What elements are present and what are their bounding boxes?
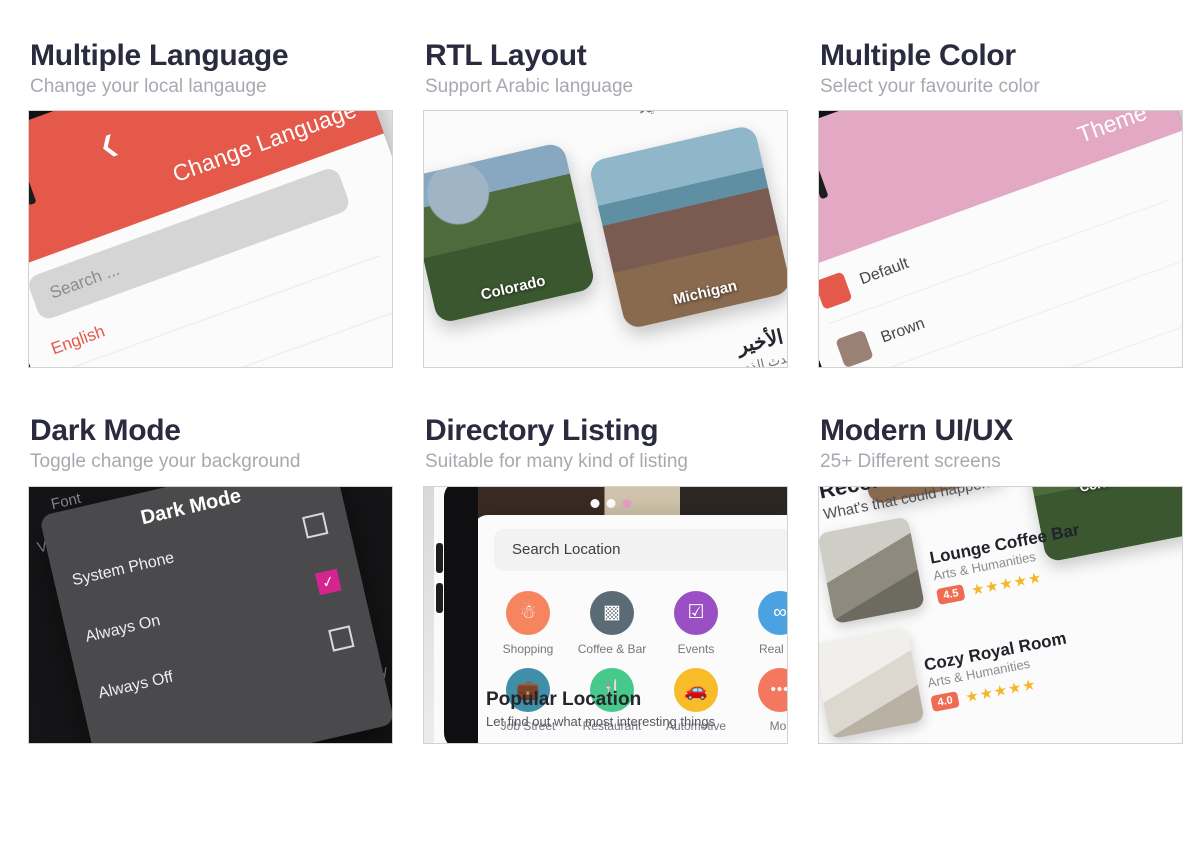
pagination-dot[interactable]	[606, 498, 615, 508]
screenshot-modern-ui: igan Colorado Recent Location What's tha…	[818, 485, 1183, 744]
option-always-on[interactable]: Always On	[84, 612, 163, 647]
feature-directory-listing: Directory Listing Suitable for many kind…	[423, 414, 788, 744]
more-dots-icon: •••	[758, 667, 787, 712]
feature-subtitle: Support Arabic language	[425, 75, 634, 97]
checkbox-always-off[interactable]	[328, 624, 355, 652]
popular-title: Popular Location	[486, 688, 642, 710]
tablet-volume-down-button	[436, 582, 443, 613]
category-more[interactable]: ••• Mor	[738, 667, 787, 735]
real-estate-icon: ∞	[758, 590, 787, 635]
app-bar-title: Theme	[1073, 111, 1151, 148]
feature-title: Modern UI/UX	[820, 414, 1014, 448]
category-label: Coffee & Bar	[577, 641, 647, 656]
section-heading-popular: موقع شعبي واسمحوا معرفة ما الأشياء	[630, 111, 786, 118]
features-row-1: Multiple Language Change your local lang…	[28, 39, 1183, 369]
features-row-2: Dark Mode Toggle change your background …	[28, 414, 1183, 744]
pagination-dot[interactable]	[590, 498, 599, 508]
screenshot-rtl-layout: Street موقع شعبي واسمحوا معرفة ما الأشيا…	[423, 110, 788, 369]
feature-title: Multiple Language	[30, 39, 289, 72]
feature-modern-ui-ux: Modern UI/UX 25+ Different screens igan …	[818, 414, 1183, 744]
color-swatch	[835, 329, 874, 368]
screenshot-change-language: ❮ Change Language Search ... English Vie…	[28, 110, 393, 369]
coffee-cup-icon: ▩	[590, 590, 634, 635]
feature-title: Dark Mode	[30, 414, 181, 448]
feature-rtl-layout: RTL Layout Support Arabic language Stree…	[423, 39, 788, 369]
search-input[interactable]: Search Location	[494, 528, 787, 571]
section-subtitle: واسمحوا معرفة ما الأشياء	[637, 111, 786, 118]
feature-subtitle: Change your local langauge	[30, 75, 267, 97]
feature-subtitle: Suitable for many kind of listing	[425, 450, 688, 472]
dark-mode-dialog: Dark Mode System Phone Always On ✓ Alway…	[39, 486, 392, 743]
category-label: Mor	[769, 718, 787, 733]
category-label: Events	[677, 641, 715, 656]
carousel-pagination[interactable]	[590, 498, 631, 508]
listing-cozy-royal-room[interactable]: Cozy Royal Room Arts & Humanities 4.0 ★★…	[922, 628, 1075, 713]
feature-title: Multiple Color	[820, 39, 1016, 72]
features-grid: Multiple Language Change your local lang…	[0, 0, 1200, 852]
feature-multiple-language: Multiple Language Change your local lang…	[28, 39, 393, 369]
feature-multiple-color: Multiple Color Select your favourite col…	[818, 39, 1183, 369]
photo-caption: Colorado	[1033, 487, 1182, 504]
calendar-check-icon: ☑	[674, 590, 718, 635]
section-heading-recent: الموقع الأخير يمكن ان يحدث الذي	[733, 311, 787, 367]
feature-title: RTL Layout	[425, 39, 587, 72]
color-swatch	[819, 271, 853, 311]
phone-mockup: ❮ Change Language Search ... English Vie…	[29, 111, 392, 368]
category-real-estate[interactable]: ∞ Real Es	[738, 590, 787, 658]
location-caption: Colorado	[479, 272, 548, 304]
popular-location-heading: Popular Location Let find out what most …	[486, 689, 715, 729]
phone-screen: igan Colorado Recent Location What's tha…	[819, 486, 1182, 743]
listing-thumbnail-cozy[interactable]	[819, 626, 925, 739]
category-label: Real Es	[758, 641, 787, 656]
feature-title: Directory Listing	[425, 414, 659, 448]
listing-lounge-coffee-bar[interactable]: Lounge Coffee Bar Arts & Humanities 4.5 …	[928, 520, 1088, 606]
theme-label: Default	[857, 255, 911, 289]
listing-thumbnail-lounge[interactable]	[819, 515, 926, 624]
tablet-volume-up-button	[436, 542, 443, 573]
option-always-off[interactable]: Always Off	[97, 668, 175, 703]
location-card-michigan[interactable]: Michigan	[587, 124, 787, 331]
rating-badge: 4.5	[935, 583, 966, 605]
tablet-bezel	[444, 486, 478, 743]
location-card-colorado[interactable]: Colorado	[424, 141, 597, 325]
category-label: Shopping	[502, 641, 554, 656]
theme-label: Brown	[878, 315, 928, 347]
feature-subtitle: Toggle change your background	[30, 450, 301, 472]
category-coffee-bar[interactable]: ▩ Coffee & Bar	[570, 590, 654, 658]
option-system-phone[interactable]: System Phone	[71, 549, 176, 590]
chevron-left-icon[interactable]: ❮	[95, 130, 121, 161]
phone-mockup: Theme Default Brown	[819, 111, 1182, 368]
feature-subtitle: Select your favourite color	[820, 75, 1040, 97]
screenshot-theme-picker: Theme Default Brown	[818, 110, 1183, 369]
category-shopping[interactable]: ☃ Shopping	[486, 590, 570, 658]
rating-badge: 4.0	[930, 690, 961, 712]
screenshot-directory-listing: Search Location ☃ Shopping ▩ Coffee & Ba…	[423, 485, 788, 744]
category-events[interactable]: ☑ Events	[654, 590, 738, 658]
pagination-dot-active[interactable]	[622, 498, 631, 508]
popular-subtitle: Let find out what most interesting thing…	[486, 713, 716, 729]
content-sheet: Search Location ☃ Shopping ▩ Coffee & Ba…	[472, 514, 787, 743]
location-caption: Michigan	[671, 277, 739, 309]
recent-location-heading: Recent Location What's that could happen	[819, 487, 993, 523]
shopping-basket-icon: ☃	[506, 590, 550, 635]
tablet-screen: Search Location ☃ Shopping ▩ Coffee & Ba…	[434, 486, 787, 743]
screenshot-dark-mode: Font Versio way 0.3 Dark Mode System Pho…	[28, 485, 393, 744]
feature-dark-mode: Dark Mode Toggle change your background …	[28, 414, 393, 744]
feature-subtitle: 25+ Different screens	[820, 450, 1001, 472]
checkbox-always-on[interactable]: ✓	[315, 568, 342, 595]
checkbox-system-phone[interactable]	[302, 511, 329, 539]
phone-screen-rtl: Street موقع شعبي واسمحوا معرفة ما الأشيا…	[424, 111, 787, 368]
